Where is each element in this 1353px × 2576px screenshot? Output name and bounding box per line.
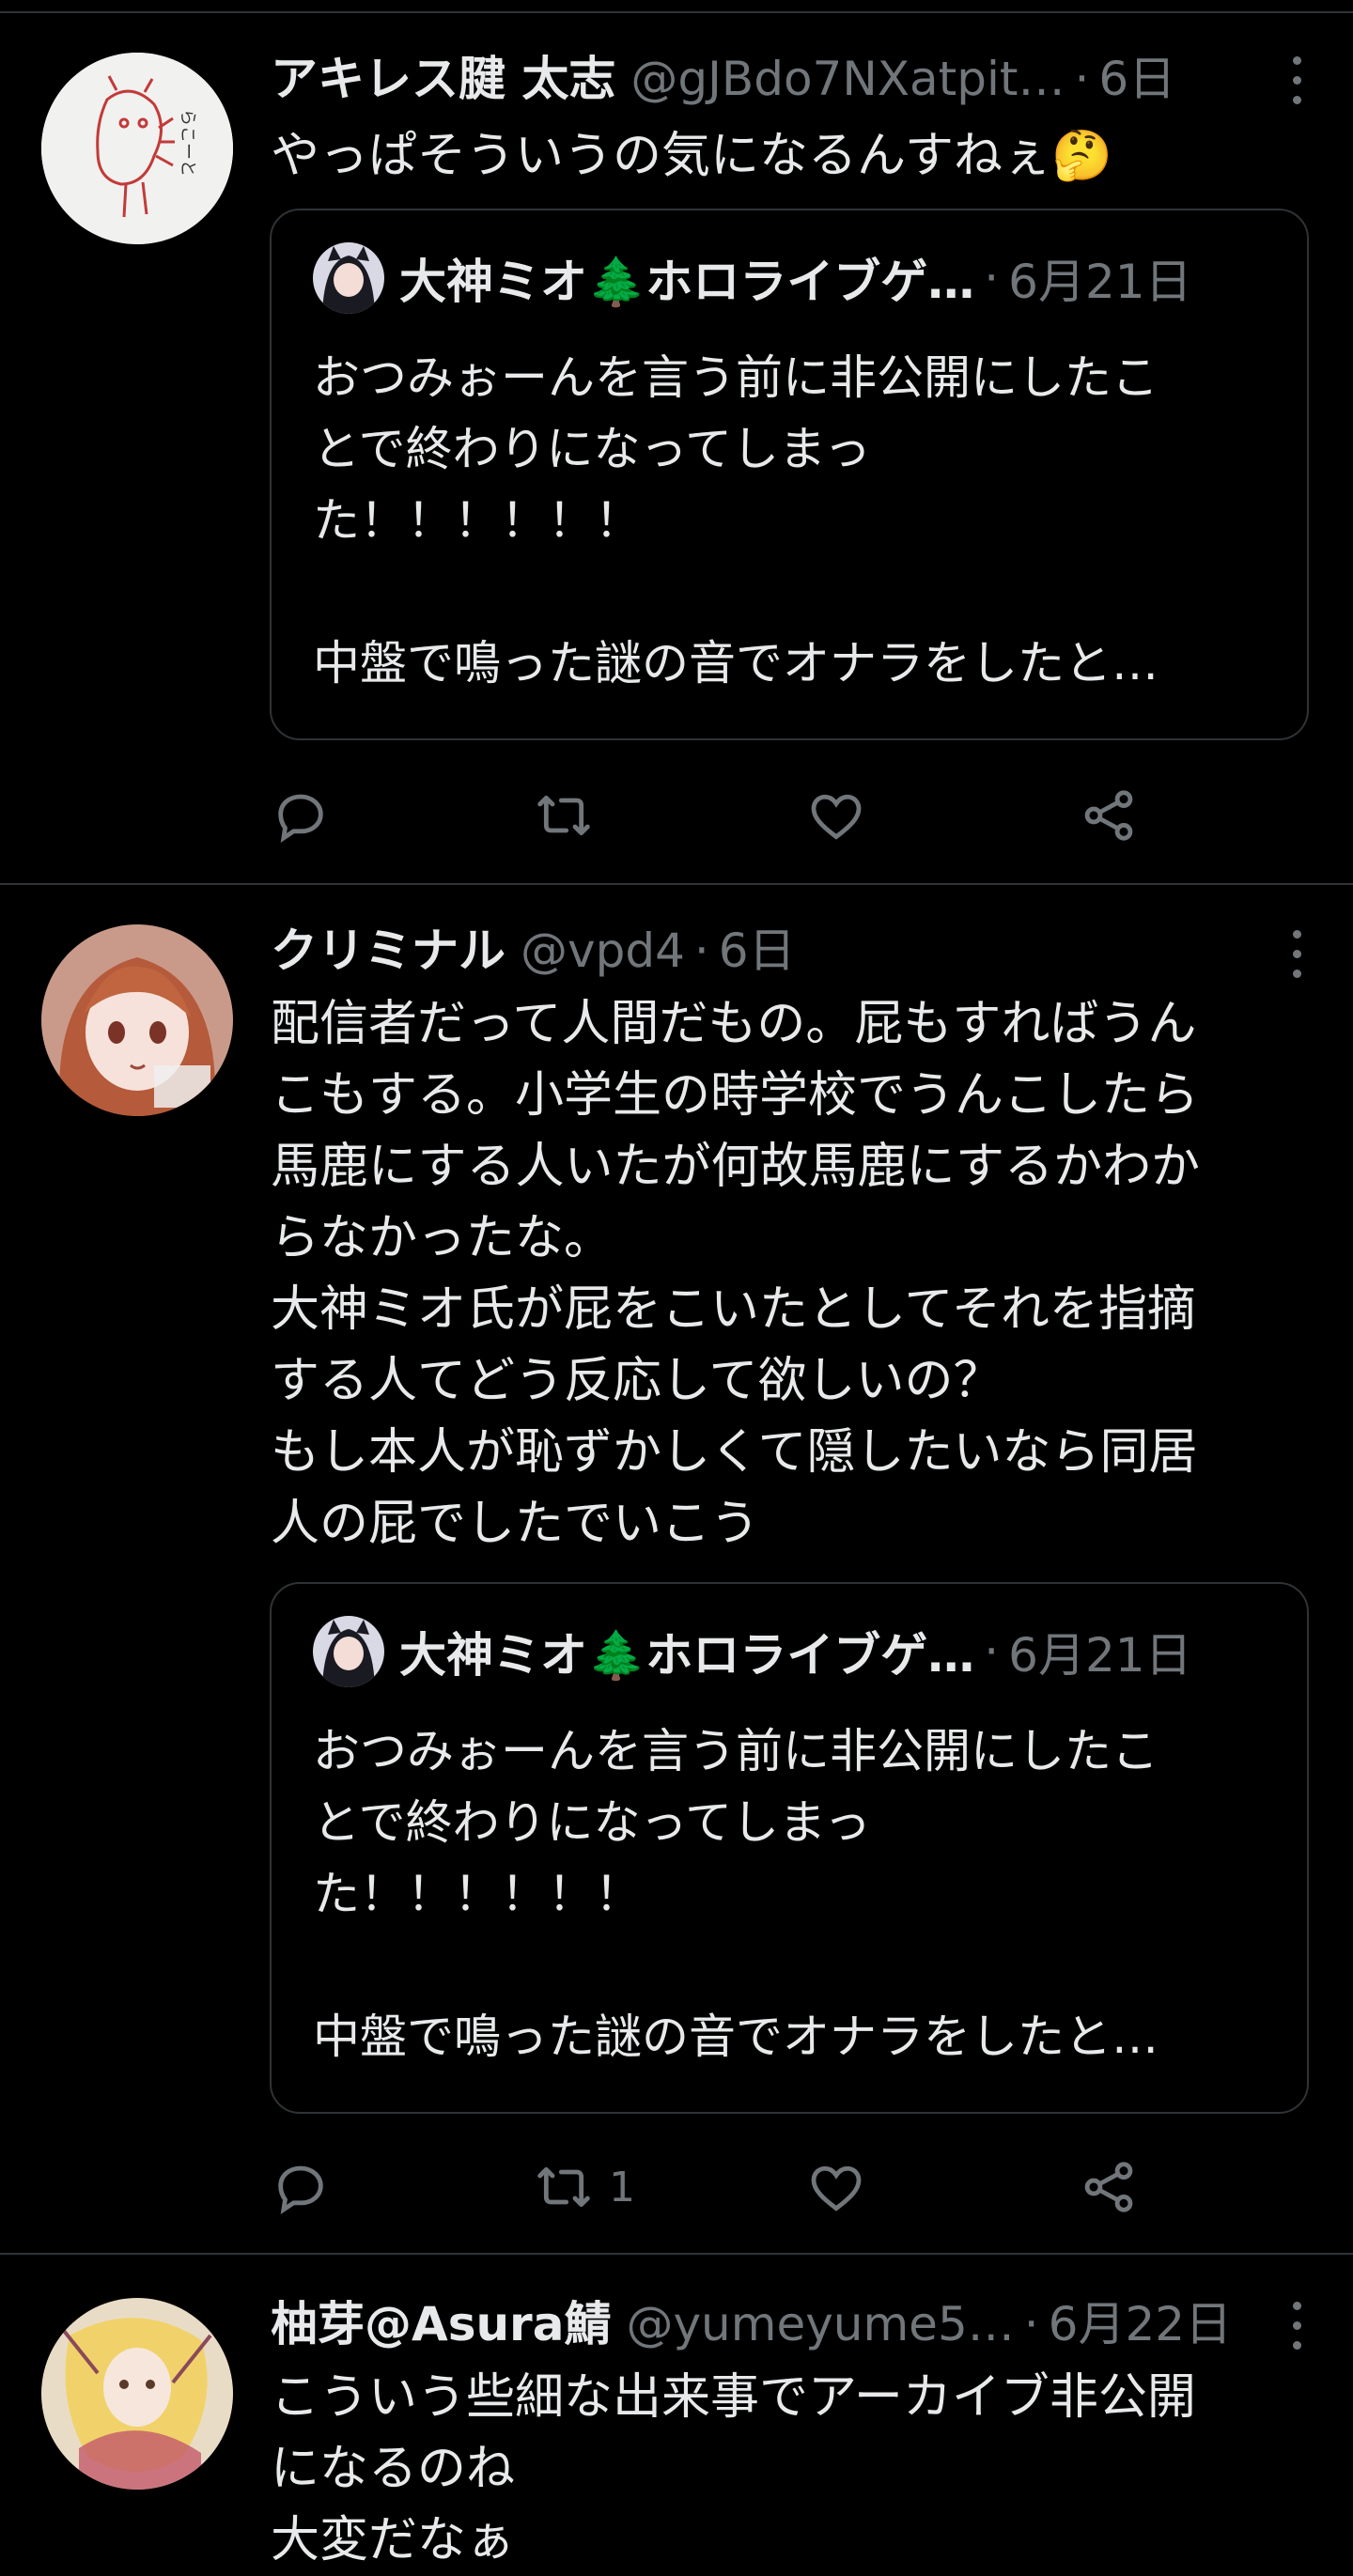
action-bar <box>271 778 1304 853</box>
more-options-icon[interactable] <box>1278 53 1315 109</box>
tweet-header: 柚芽@Asura鯖 @yumeyume5… · 6月22日 <box>271 2294 1259 2354</box>
retweet-icon <box>537 2166 590 2208</box>
share-icon <box>1084 790 1133 841</box>
more-options-icon[interactable] <box>1278 926 1315 983</box>
retweet-button[interactable] <box>534 778 609 853</box>
separator-dot: · <box>1074 52 1090 106</box>
quoted-display-name: 大神ミオ🌲ホロライブゲ… <box>399 255 975 309</box>
more-options-icon[interactable] <box>1278 2298 1315 2354</box>
display-name[interactable]: アキレス腱 太志 <box>271 49 615 109</box>
separator-dot: · <box>984 251 1000 305</box>
avatar[interactable]: らこーと <box>41 53 233 244</box>
wolf-girl-avatar-icon <box>313 242 384 314</box>
retweet-count: 1 <box>609 2163 635 2211</box>
tweet[interactable]: クリミナル @vpd4 · 6日 配信者だって人間だもの。屁もすればうん こもす… <box>0 885 1353 2255</box>
tweet-text: 配信者だって人間だもの。屁もすればうん こもする。小学生の時学校でうんこしたら … <box>271 996 1201 1552</box>
quoted-timestamp: 6月21日 <box>1008 255 1192 309</box>
retweet-icon <box>537 795 590 836</box>
tweet-text: こういう些細な出来事でアーカイブ非公開 になるのね 大変だなぁ <box>271 2369 1196 2568</box>
tweet-text: やっぱそういうの気になるんすねぇ🤔 <box>271 128 1112 184</box>
sketch-avatar-icon: らこーと <box>41 53 233 244</box>
avatar[interactable] <box>41 924 233 1116</box>
quoted-avatar <box>313 242 384 314</box>
like-button[interactable] <box>806 2149 866 2225</box>
quoted-tweet-text: おつみぉーんを言う前に非公開にしたこ とで終わりになってしまっ た！！！！！！ … <box>313 1724 1159 2064</box>
avatar[interactable] <box>41 2298 233 2490</box>
share-button[interactable] <box>1079 2149 1139 2225</box>
separator-dot: · <box>1023 2297 1039 2351</box>
retweet-button[interactable]: 1 <box>534 2149 635 2225</box>
reply-button[interactable] <box>271 778 331 853</box>
timestamp[interactable]: 6日 <box>719 921 796 981</box>
timestamp[interactable]: 6日 <box>1098 49 1175 109</box>
separator-dot: · <box>693 923 709 978</box>
separator-dot: · <box>984 1624 1000 1679</box>
heart-icon <box>811 794 862 840</box>
tweet[interactable]: らこーと アキレス腱 太志 @gJBdo7NXatpit… · 6日 やっぱそう… <box>0 11 1353 885</box>
quoted-avatar <box>313 1616 384 1687</box>
heart-icon <box>811 2165 862 2211</box>
tweet[interactable]: 柚芽@Asura鯖 @yumeyume5… · 6月22日 こういう些細な出来事… <box>0 2255 1353 2568</box>
wolf-girl-avatar-icon <box>313 1616 384 1687</box>
reply-button[interactable] <box>271 2149 331 2225</box>
user-handle[interactable]: @vpd4 <box>521 921 685 981</box>
tweet-header: クリミナル @vpd4 · 6日 <box>271 921 1259 981</box>
avatar-caption: らこーと <box>178 109 197 177</box>
user-handle[interactable]: @yumeyume5… <box>626 2294 1014 2354</box>
reply-icon <box>278 794 323 844</box>
timestamp[interactable]: 6月22日 <box>1049 2294 1232 2354</box>
quoted-tweet[interactable]: 大神ミオ🌲ホロライブゲ… · 6月21日 おつみぉーんを言う前に非公開にしたこ … <box>270 209 1309 740</box>
quoted-tweet-header: 大神ミオ🌲ホロライブゲ… · 6月21日 <box>313 242 1266 314</box>
display-name[interactable]: クリミナル <box>271 921 505 981</box>
user-handle[interactable]: @gJBdo7NXatpit… <box>630 49 1065 109</box>
quoted-display-name: 大神ミオ🌲ホロライブゲ… <box>399 1628 975 1683</box>
action-bar: 1 <box>271 2149 1304 2225</box>
quoted-tweet-header: 大神ミオ🌲ホロライブゲ… · 6月21日 <box>313 1616 1266 1687</box>
quoted-tweet[interactable]: 大神ミオ🌲ホロライブゲ… · 6月21日 おつみぉーんを言う前に非公開にしたこ … <box>270 1582 1309 2114</box>
quoted-tweet-text: おつみぉーんを言う前に非公開にしたこ とで終わりになってしまっ た！！！！！！ … <box>313 350 1159 691</box>
illustrated-avatar-icon <box>41 2298 233 2490</box>
anime-girl-avatar-icon <box>41 924 233 1116</box>
tweet-header: アキレス腱 太志 @gJBdo7NXatpit… · 6日 <box>271 49 1259 109</box>
display-name[interactable]: 柚芽@Asura鯖 <box>271 2294 611 2354</box>
reply-icon <box>278 2165 323 2215</box>
share-icon <box>1084 2162 1133 2212</box>
share-button[interactable] <box>1079 778 1139 853</box>
like-button[interactable] <box>806 778 866 853</box>
quoted-timestamp: 6月21日 <box>1008 1628 1192 1683</box>
